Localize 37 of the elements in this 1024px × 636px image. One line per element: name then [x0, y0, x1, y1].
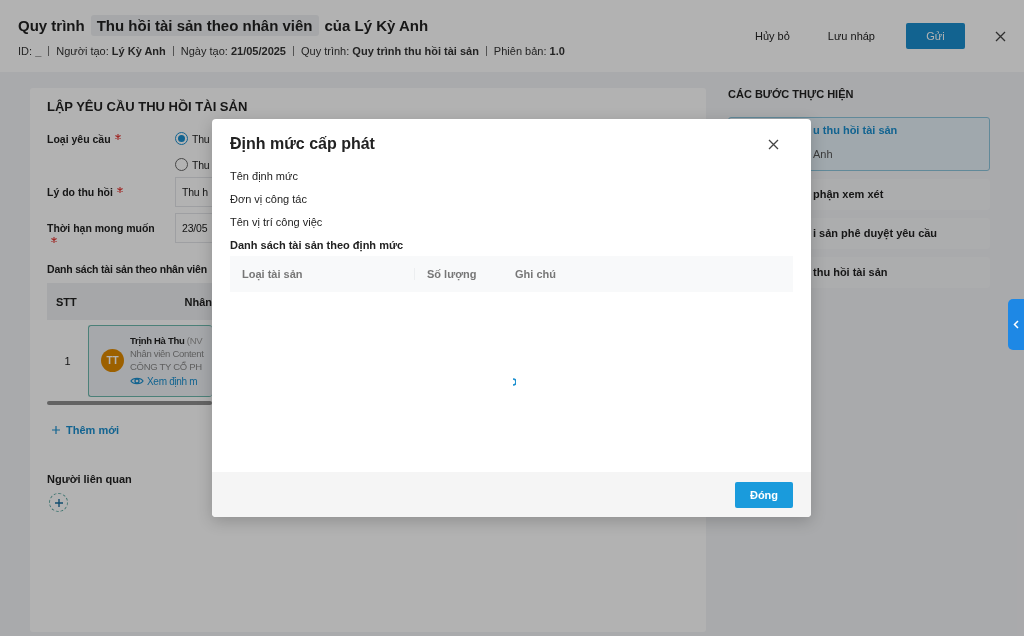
process-chip: Thu hồi tài sản theo nhân viên — [90, 15, 319, 36]
field-label: Thời hạn mong muốn — [47, 221, 155, 249]
employee-name: Trịnh Hà Thu (NV — [130, 334, 204, 346]
column-header: Ghi chú — [514, 268, 556, 280]
step-title: i sản phê duyệt yêu cầu — [813, 227, 939, 239]
table-cell-text: 1 — [63, 354, 72, 367]
meta-text: Ngày tạo: 21/05/2025 — [180, 45, 286, 57]
column-header: STT — [55, 295, 78, 308]
meta-text: Quy trình: Quy trình thu hồi tài sản — [301, 45, 479, 57]
avatar: TT — [101, 349, 124, 372]
employee-company: CÔNG TY CỔ PH — [130, 360, 203, 372]
meta-text: ID: _ — [18, 45, 42, 57]
field-label: Đơn vị công tác — [230, 193, 308, 207]
column-header: Nhân — [183, 295, 212, 308]
employee-position: Nhân viên Content — [130, 347, 204, 359]
field-label: Loại yêu cầu — [47, 132, 155, 171]
page-title-owner: của Lý Kỳ Anh — [324, 17, 429, 34]
form-title: LẬP YÊU CẦU THU HỒI TÀI SẢN — [47, 99, 249, 114]
step-title: thu hồi tài sản — [813, 266, 889, 278]
section-title: Người liên quan — [47, 473, 133, 485]
radio-label: Thu — [192, 132, 210, 145]
dialog-title: Định mức cấp phát — [230, 135, 375, 153]
field-label: Tên vị trí công việc — [230, 216, 324, 230]
field-label: Lý do thu hồi — [47, 185, 155, 207]
section-title: Danh sách tài sản theo nhân viên — [47, 263, 207, 275]
step-title: phận xem xét — [813, 188, 885, 200]
step-assignee: Anh — [813, 148, 834, 160]
column-header: Loại tài sản — [230, 268, 415, 280]
radio-label: Thu — [192, 158, 210, 171]
meta-text: Người tạo: Lý Kỳ Anh — [56, 45, 166, 57]
panel-title: CÁC BƯỚC THỰC HIỆN — [728, 88, 855, 100]
meta-text: Phiên bản: 1.0 — [493, 45, 565, 57]
column-header: Số lượng — [426, 268, 478, 280]
page-title: Quy trình — [18, 17, 85, 34]
field-label: Tên định mức — [230, 170, 299, 184]
section-title: Danh sách tài sản theo định mức — [230, 239, 404, 254]
step-title: u thu hồi tài sản — [813, 124, 899, 136]
